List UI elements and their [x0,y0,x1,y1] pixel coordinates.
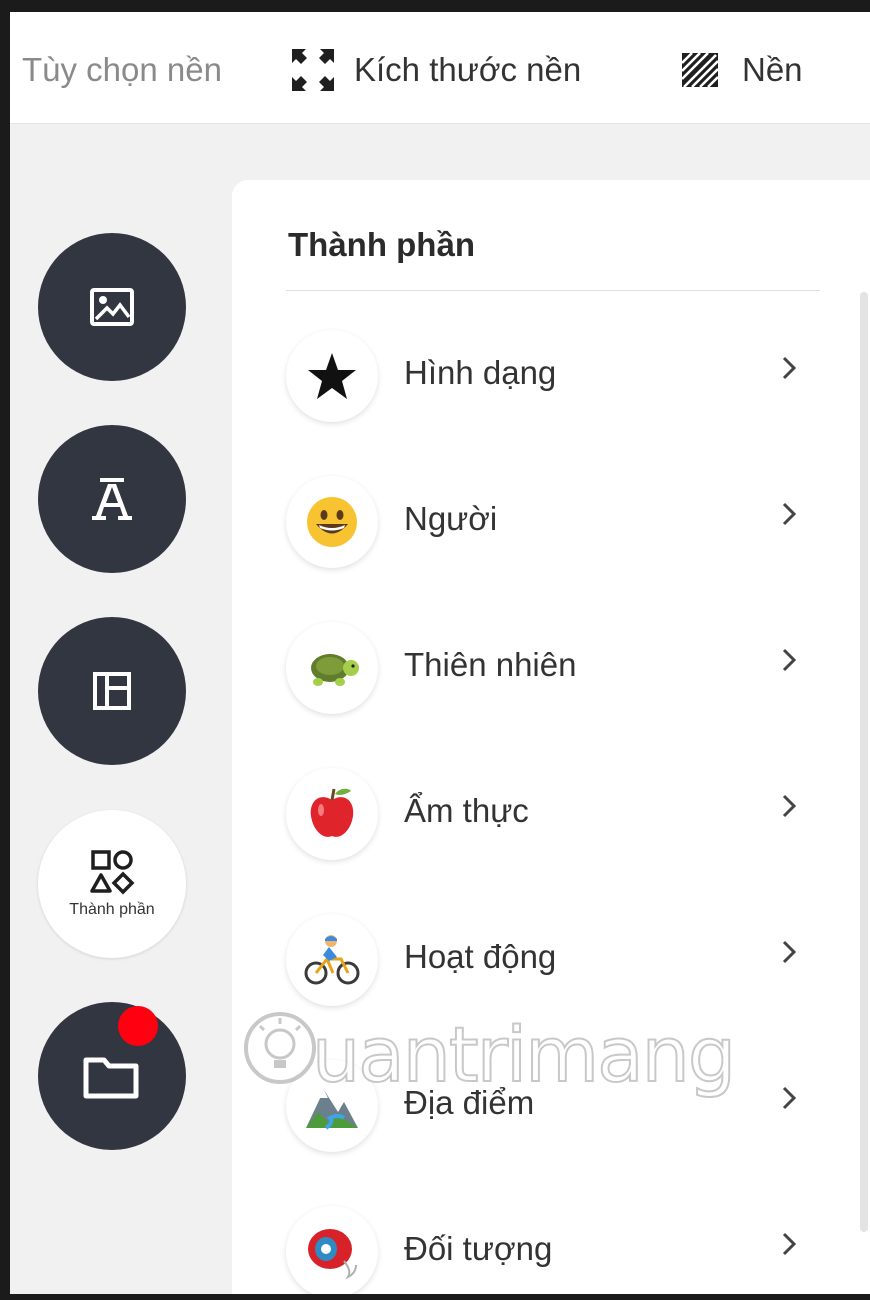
category-label: Thiên nhiên [404,646,577,683]
rail-button-layout[interactable] [38,617,186,765]
chevron-right-icon [782,940,797,964]
star-icon [286,330,378,422]
chevron-right-icon [782,502,797,526]
category-shapes[interactable]: Hình dạng [286,330,806,426]
expand-icon [292,49,334,91]
rail-button-text[interactable] [38,425,186,573]
background-button[interactable]: Nền [678,48,803,92]
chevron-right-icon [782,648,797,672]
text-icon [92,478,132,520]
background-options-button[interactable]: Tùy chọn nền [22,48,222,92]
category-people[interactable]: Người [286,476,806,572]
category-label: Địa điểm [404,1084,535,1121]
background-size-label: Kích thước nền [354,51,582,88]
category-label: Người [404,500,498,537]
panel-divider [286,290,820,291]
rail-button-elements-label: Thành phần [69,901,155,918]
category-label: Hoạt động [404,938,557,975]
chevron-right-icon [782,1086,797,1110]
turtle-icon [286,622,378,714]
top-toolbar: Tùy chọn nền Kích thước nền Nền [10,12,870,124]
image-icon [90,288,134,326]
category-label: Đối tượng [404,1230,553,1267]
hatch-pattern-icon [681,52,719,88]
cyclist-icon [286,914,378,1006]
window-frame-left [0,0,10,1300]
mountain-icon [286,1060,378,1152]
chevron-right-icon [782,794,797,818]
window-frame-bottom [0,1294,870,1300]
category-places[interactable]: Địa điểm [286,1060,806,1156]
rail-button-image[interactable] [38,233,186,381]
notification-badge [118,1006,158,1046]
background-label: Nền [742,51,803,88]
yoyo-icon [286,1206,378,1298]
layout-icon [93,672,131,710]
category-objects[interactable]: Đối tượng [286,1206,806,1300]
category-label: Hình dạng [404,354,557,391]
folder-icon [83,1057,139,1099]
background-options-label: Tùy chọn nền [22,51,222,88]
chevron-right-icon [782,356,797,380]
shapes-icon [90,850,135,895]
chevron-right-icon [782,1232,797,1256]
rail-button-folder[interactable] [38,1002,186,1150]
panel-scrollbar[interactable] [860,292,868,1232]
apple-icon [286,768,378,860]
category-activity[interactable]: Hoạt động [286,914,806,1010]
category-nature[interactable]: Thiên nhiên [286,622,806,718]
elements-panel: Thành phần Hình dạng Người Thiên nhiên Ẩ… [232,180,870,1300]
rail-button-elements[interactable]: Thành phần [38,810,186,958]
window-frame-top [0,0,870,12]
background-size-button[interactable]: Kích thước nền [290,48,581,92]
category-food[interactable]: Ẩm thực [286,768,806,864]
smiley-icon [286,476,378,568]
panel-title: Thành phần [288,226,475,263]
category-label: Ẩm thực [404,792,529,829]
